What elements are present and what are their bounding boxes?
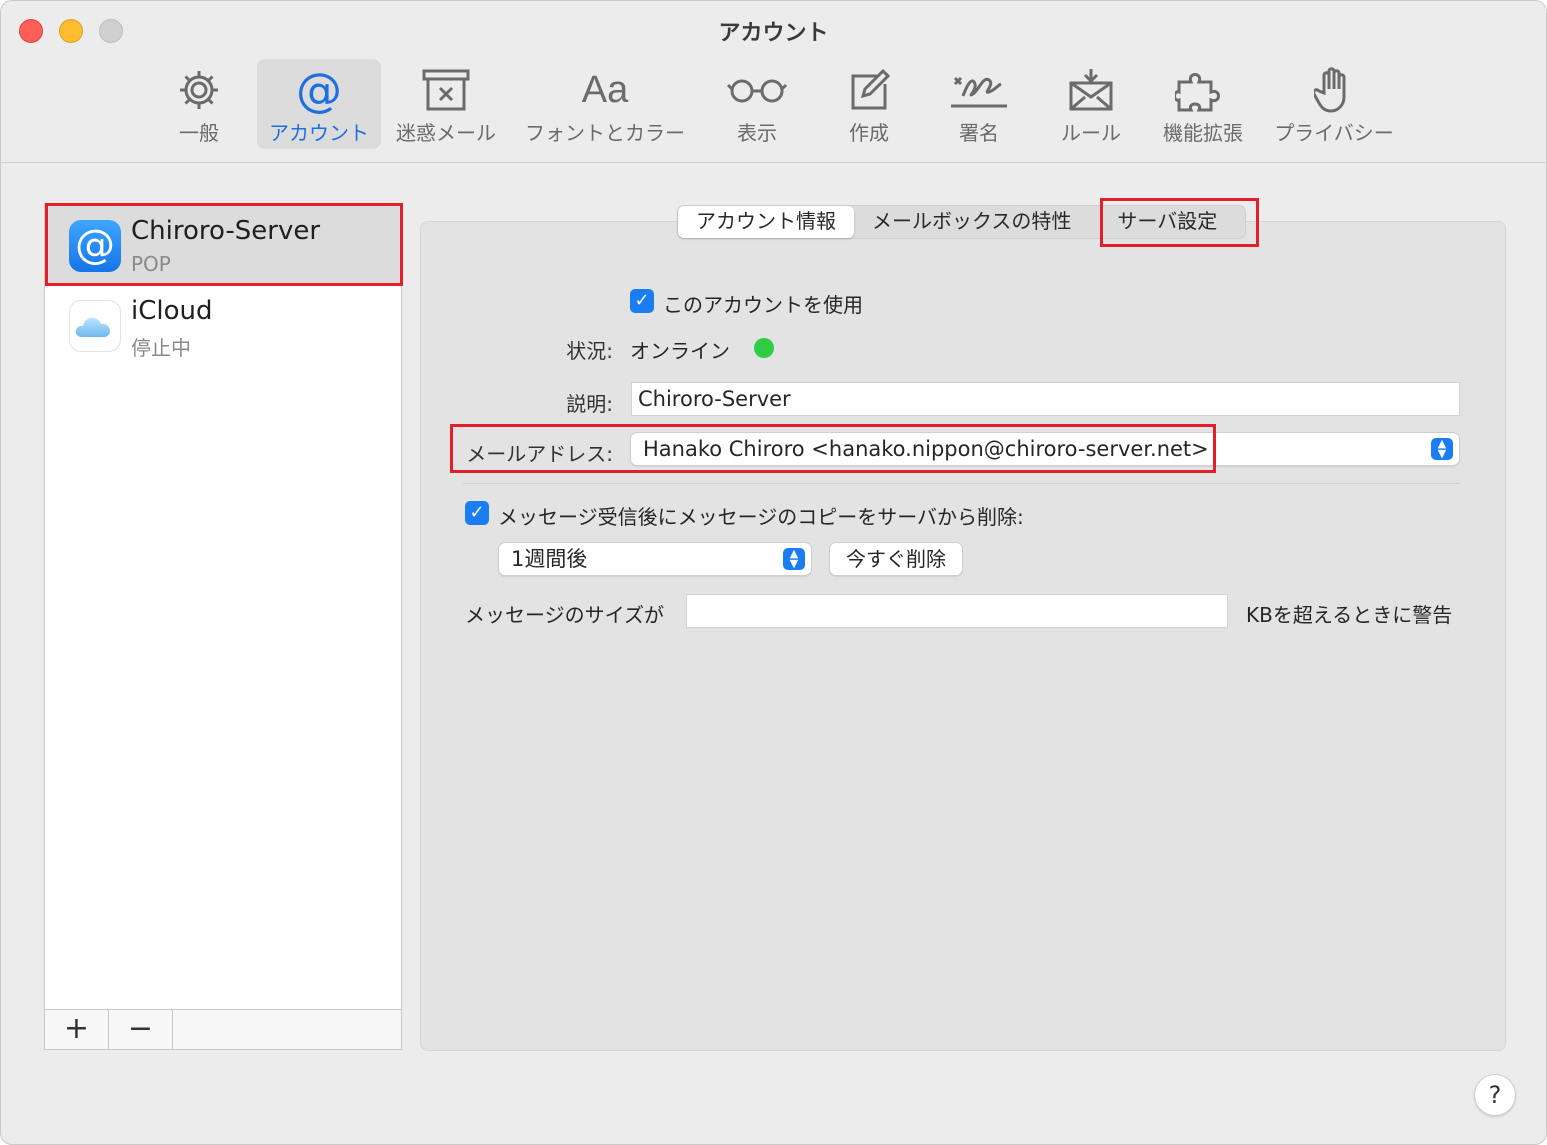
toolbar-label: 作成	[849, 121, 889, 145]
divider	[463, 483, 1460, 484]
delete-copy-label: メッセージ受信後にメッセージのコピーをサーバから削除:	[498, 505, 1024, 529]
preferences-window: アカウント 一般 @ アカウント 迷惑メール Aa フォントとカラー 表示 作成…	[0, 0, 1547, 1145]
delete-period-value: 1週間後	[511, 547, 588, 571]
toolbar-label: 署名	[959, 121, 999, 145]
account-type: 停止中	[131, 336, 191, 360]
toolbar-general[interactable]: 一般	[159, 59, 239, 149]
description-label: 説明:	[566, 392, 613, 416]
toolbar-label: 機能拡張	[1163, 121, 1243, 145]
size-warning-suffix: KBを超えるときに警告	[1246, 603, 1453, 627]
gear-icon	[176, 65, 222, 115]
highlight-box	[1100, 198, 1259, 247]
highlight-box	[45, 203, 403, 286]
toolbar-extensions[interactable]: 機能拡張	[1155, 59, 1251, 149]
toolbar-composing[interactable]: 作成	[831, 59, 907, 149]
toolbar-accounts[interactable]: @ アカウント	[257, 59, 381, 149]
tab-mailbox-behaviors[interactable]: メールボックスの特性	[854, 206, 1089, 238]
title-bar: アカウント 一般 @ アカウント 迷惑メール Aa フォントとカラー 表示 作成…	[1, 1, 1546, 163]
status-value: オンライン	[630, 339, 730, 363]
size-warning-field[interactable]	[686, 594, 1228, 628]
accounts-list: @ Chiroro-Server POP iCloud 停止中 + −	[44, 203, 402, 1050]
account-item-icloud[interactable]: iCloud 停止中	[45, 286, 401, 366]
compose-icon	[847, 65, 891, 115]
signature-icon	[949, 65, 1009, 115]
toolbar-label: ルール	[1061, 121, 1121, 145]
rules-icon	[1067, 65, 1115, 115]
toolbar-label: アカウント	[269, 121, 369, 145]
size-warning-prefix: メッセージのサイズが	[465, 603, 664, 627]
delete-period-popup[interactable]: 1週間後 ▲ ▼	[498, 542, 812, 576]
status-label: 状況:	[566, 339, 613, 363]
window-title: アカウント	[718, 21, 829, 46]
toolbar-rules[interactable]: ルール	[1053, 59, 1129, 149]
toolbar-label: フォントとカラー	[525, 121, 685, 145]
chevron-updown-icon: ▲ ▼	[1431, 438, 1453, 460]
chevron-updown-icon: ▲ ▼	[783, 548, 805, 570]
toolbar-label: 一般	[179, 121, 219, 145]
glasses-icon	[726, 65, 788, 115]
hand-icon	[1314, 65, 1354, 115]
sidebar-footer: + −	[45, 1009, 401, 1049]
toolbar-junk-mail[interactable]: 迷惑メール	[393, 59, 499, 149]
toolbar-signatures[interactable]: 署名	[941, 59, 1017, 149]
status-indicator	[754, 338, 774, 358]
description-field[interactable]: Chiroro-Server	[631, 382, 1460, 416]
remove-account-button[interactable]: −	[109, 1010, 173, 1049]
highlight-box	[450, 424, 1216, 473]
puzzle-icon	[1175, 65, 1231, 115]
junk-mail-icon	[421, 65, 471, 115]
font-icon: Aa	[581, 68, 629, 111]
toolbar-fonts-colors[interactable]: Aa フォントとカラー	[521, 59, 689, 149]
enable-account-label: このアカウントを使用	[663, 293, 863, 317]
tab-account-info[interactable]: アカウント情報	[678, 206, 854, 238]
cloud-icon	[69, 300, 121, 352]
at-icon: @	[296, 63, 342, 117]
toolbar-viewing[interactable]: 表示	[719, 59, 795, 149]
toolbar-label: 迷惑メール	[396, 121, 496, 145]
toolbar-label: プライバシー	[1274, 121, 1394, 145]
help-button[interactable]: ?	[1474, 1074, 1516, 1116]
toolbar-privacy[interactable]: プライバシー	[1269, 59, 1399, 149]
enable-account-checkbox[interactable]: ✓	[630, 289, 654, 313]
toolbar-label: 表示	[737, 121, 777, 145]
delete-now-button[interactable]: 今すぐ削除	[829, 542, 963, 576]
add-account-button[interactable]: +	[45, 1010, 109, 1049]
account-name: iCloud	[131, 296, 213, 326]
delete-copy-checkbox[interactable]: ✓	[465, 501, 489, 525]
